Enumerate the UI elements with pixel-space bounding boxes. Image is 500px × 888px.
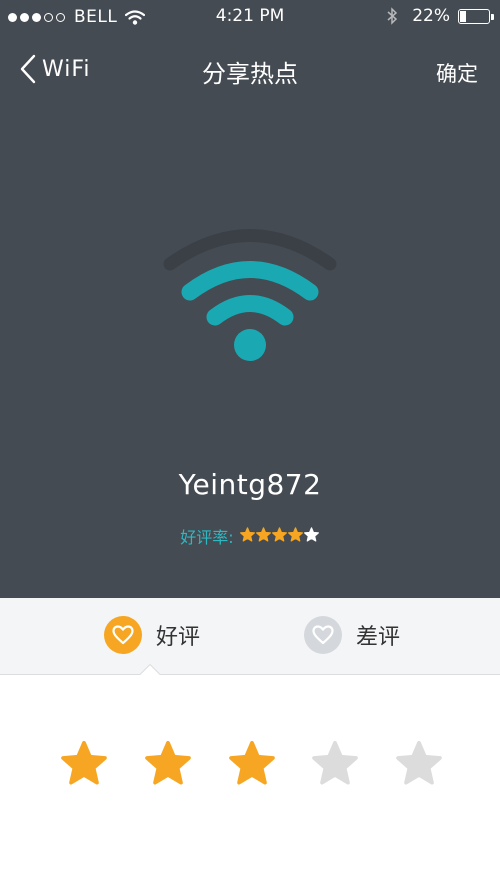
heart-icon: [104, 616, 142, 654]
star-empty-icon: [303, 526, 319, 542]
tab-good-label: 好评: [156, 625, 201, 650]
heart-icon: [304, 616, 342, 654]
tab-pointer: [140, 664, 160, 675]
status-right: 22%: [387, 6, 494, 26]
star-empty-icon[interactable]: [396, 740, 442, 786]
bluetooth-icon: [387, 7, 398, 25]
hotspot-ssid: Yeintg872: [178, 468, 322, 501]
status-bar: BELL 4:21 PM 22%: [0, 0, 500, 34]
star-filled-icon[interactable]: [61, 740, 107, 786]
confirm-button[interactable]: 确定: [436, 58, 478, 88]
nav-bar: WiFi 分享热点 确定: [0, 42, 500, 98]
page-title: 分享热点: [202, 60, 298, 88]
star-filled-icon: [287, 526, 303, 542]
hotspot-panel: BELL 4:21 PM 22% WiFi 分享热点 确定 Yeintg872 …: [0, 0, 500, 598]
battery-icon: [458, 8, 494, 24]
star-filled-icon[interactable]: [145, 740, 191, 786]
star-filled-icon: [255, 526, 271, 542]
rating-summary: 好评率:: [0, 524, 500, 548]
star-filled-icon[interactable]: [229, 740, 275, 786]
review-tabs: 好评 差评: [0, 598, 500, 675]
star-filled-icon: [271, 526, 287, 542]
rating-stars: [239, 526, 320, 546]
star-filled-icon: [239, 526, 255, 542]
review-stars: [0, 740, 500, 800]
wifi-icon: [163, 229, 337, 361]
tab-good-review[interactable]: 好评: [104, 616, 200, 654]
battery-percent: 22%: [412, 6, 450, 26]
star-empty-icon[interactable]: [312, 740, 358, 786]
rating-label: 好评率:: [180, 528, 234, 547]
tab-bad-review[interactable]: 差评: [304, 616, 400, 654]
tab-bad-label: 差评: [356, 625, 401, 650]
